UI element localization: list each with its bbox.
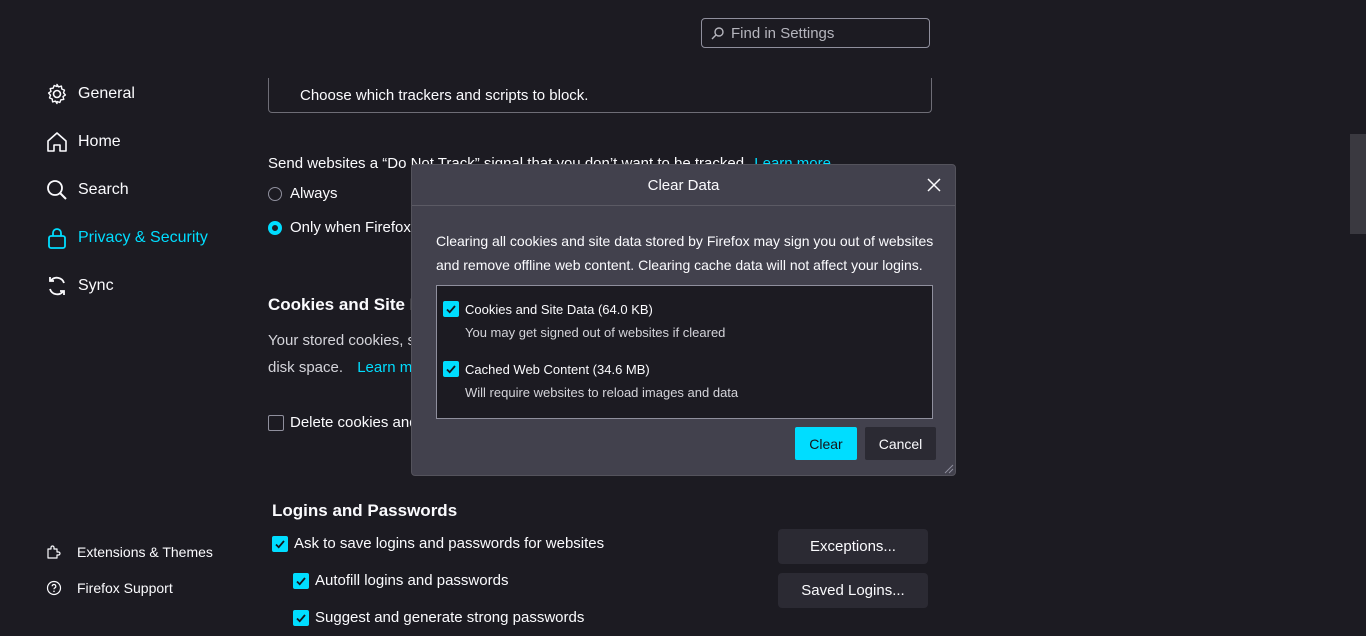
- cookies-site-data-option[interactable]: Cookies and Site Data (64.0 KB): [443, 301, 653, 317]
- checkmark-icon: [446, 365, 456, 374]
- cached-web-content-label: Cached Web Content (34.6 MB): [465, 361, 650, 377]
- resize-grip-icon[interactable]: [942, 462, 954, 474]
- scrollbar-thumb[interactable]: [1350, 134, 1366, 234]
- sidebar-item-firefox-support[interactable]: Firefox Support: [46, 579, 173, 597]
- radio-only-when-label: Only when Firefox: [290, 219, 411, 236]
- autofill-checkbox[interactable]: [293, 572, 309, 589]
- cookies-text-2: disk space. Learn mo: [268, 359, 421, 376]
- dnt-always-option[interactable]: Always: [268, 185, 338, 202]
- logins-heading: Logins and Passwords: [272, 501, 458, 520]
- sidebar-item-home[interactable]: Home: [44, 126, 121, 158]
- cookies-site-data-sub: You may get signed out of websites if cl…: [465, 325, 726, 340]
- cookies-site-data-checkbox[interactable]: [443, 301, 459, 317]
- dialog-description: Clearing all cookies and site data store…: [436, 233, 934, 273]
- delete-cookies-checkbox[interactable]: [268, 414, 284, 431]
- search-field[interactable]: [701, 18, 930, 48]
- delete-cookies-label: Delete cookies and: [290, 414, 418, 431]
- clear-options-list: Cookies and Site Data (64.0 KB) You may …: [436, 285, 933, 419]
- suggest-checkbox[interactable]: [293, 609, 309, 626]
- cancel-button[interactable]: Cancel: [865, 427, 936, 460]
- sidebar-item-privacy-security[interactable]: Privacy & Security: [44, 222, 208, 254]
- help-icon: [46, 579, 64, 597]
- sidebar-item-sync[interactable]: Sync: [44, 270, 114, 302]
- dialog-title: Clear Data: [647, 177, 720, 194]
- sidebar-item-label: Privacy & Security: [78, 229, 208, 246]
- home-icon: [44, 129, 70, 155]
- radio-always[interactable]: [268, 186, 282, 201]
- ask-save-label: Ask to save logins and passwords for web…: [294, 535, 605, 552]
- saved-logins-button[interactable]: Saved Logins...: [778, 573, 928, 608]
- tracker-text: Choose which trackers and scripts to blo…: [300, 86, 589, 104]
- dialog-close-button[interactable]: [924, 175, 944, 195]
- delete-cookies-option[interactable]: Delete cookies and: [268, 414, 418, 431]
- gear-icon: [44, 81, 70, 107]
- ask-save-checkbox[interactable]: [272, 535, 288, 552]
- sidebar-item-label: General: [78, 85, 135, 102]
- sidebar-item-label: Search: [78, 181, 129, 198]
- sidebar-footer-label: Firefox Support: [77, 580, 173, 596]
- sidebar-footer-label: Extensions & Themes: [77, 544, 213, 560]
- cookies-site-data-label: Cookies and Site Data (64.0 KB): [465, 301, 653, 317]
- checkmark-icon: [446, 305, 456, 314]
- cached-web-content-option[interactable]: Cached Web Content (34.6 MB): [443, 361, 650, 377]
- sidebar-item-extensions-themes[interactable]: Extensions & Themes: [46, 543, 213, 561]
- sync-icon: [44, 273, 70, 299]
- suggest-option[interactable]: Suggest and generate strong passwords: [293, 609, 584, 626]
- cached-web-content-checkbox[interactable]: [443, 361, 459, 377]
- exceptions-button[interactable]: Exceptions...: [778, 529, 928, 564]
- sidebar-item-label: Home: [78, 133, 121, 150]
- ask-save-option[interactable]: Ask to save logins and passwords for web…: [272, 535, 604, 552]
- cached-web-content-sub: Will require websites to reload images a…: [465, 385, 739, 400]
- search-icon: [44, 177, 70, 203]
- autofill-label: Autofill logins and passwords: [315, 572, 509, 589]
- dnt-only-when-option[interactable]: Only when Firefox: [268, 219, 411, 236]
- lock-icon: [44, 225, 70, 251]
- sidebar-item-search[interactable]: Search: [44, 174, 129, 206]
- sidebar-item-label: Sync: [78, 277, 114, 294]
- search-input[interactable]: [729, 23, 923, 43]
- radio-always-label: Always: [290, 185, 338, 202]
- clear-data-dialog: Clear Data Clearing all cookies and site…: [411, 164, 956, 476]
- autofill-option[interactable]: Autofill logins and passwords: [293, 572, 508, 589]
- close-icon: [927, 178, 941, 192]
- checkmark-icon: [296, 576, 306, 586]
- sidebar-item-general[interactable]: General: [44, 78, 135, 110]
- checkmark-icon: [296, 613, 306, 623]
- checkmark-icon: [275, 539, 285, 549]
- custom-tracker-box: Choose which trackers and scripts to blo…: [268, 78, 932, 113]
- dialog-divider: [412, 205, 955, 206]
- search-icon: [711, 26, 724, 39]
- cookies-text: Your stored cookies, s: [268, 332, 416, 349]
- cookies-heading: Cookies and Site D: [268, 295, 422, 314]
- clear-button[interactable]: Clear: [795, 427, 857, 460]
- suggest-label: Suggest and generate strong passwords: [315, 609, 585, 626]
- puzzle-icon: [46, 543, 64, 561]
- radio-only-when[interactable]: [268, 220, 282, 235]
